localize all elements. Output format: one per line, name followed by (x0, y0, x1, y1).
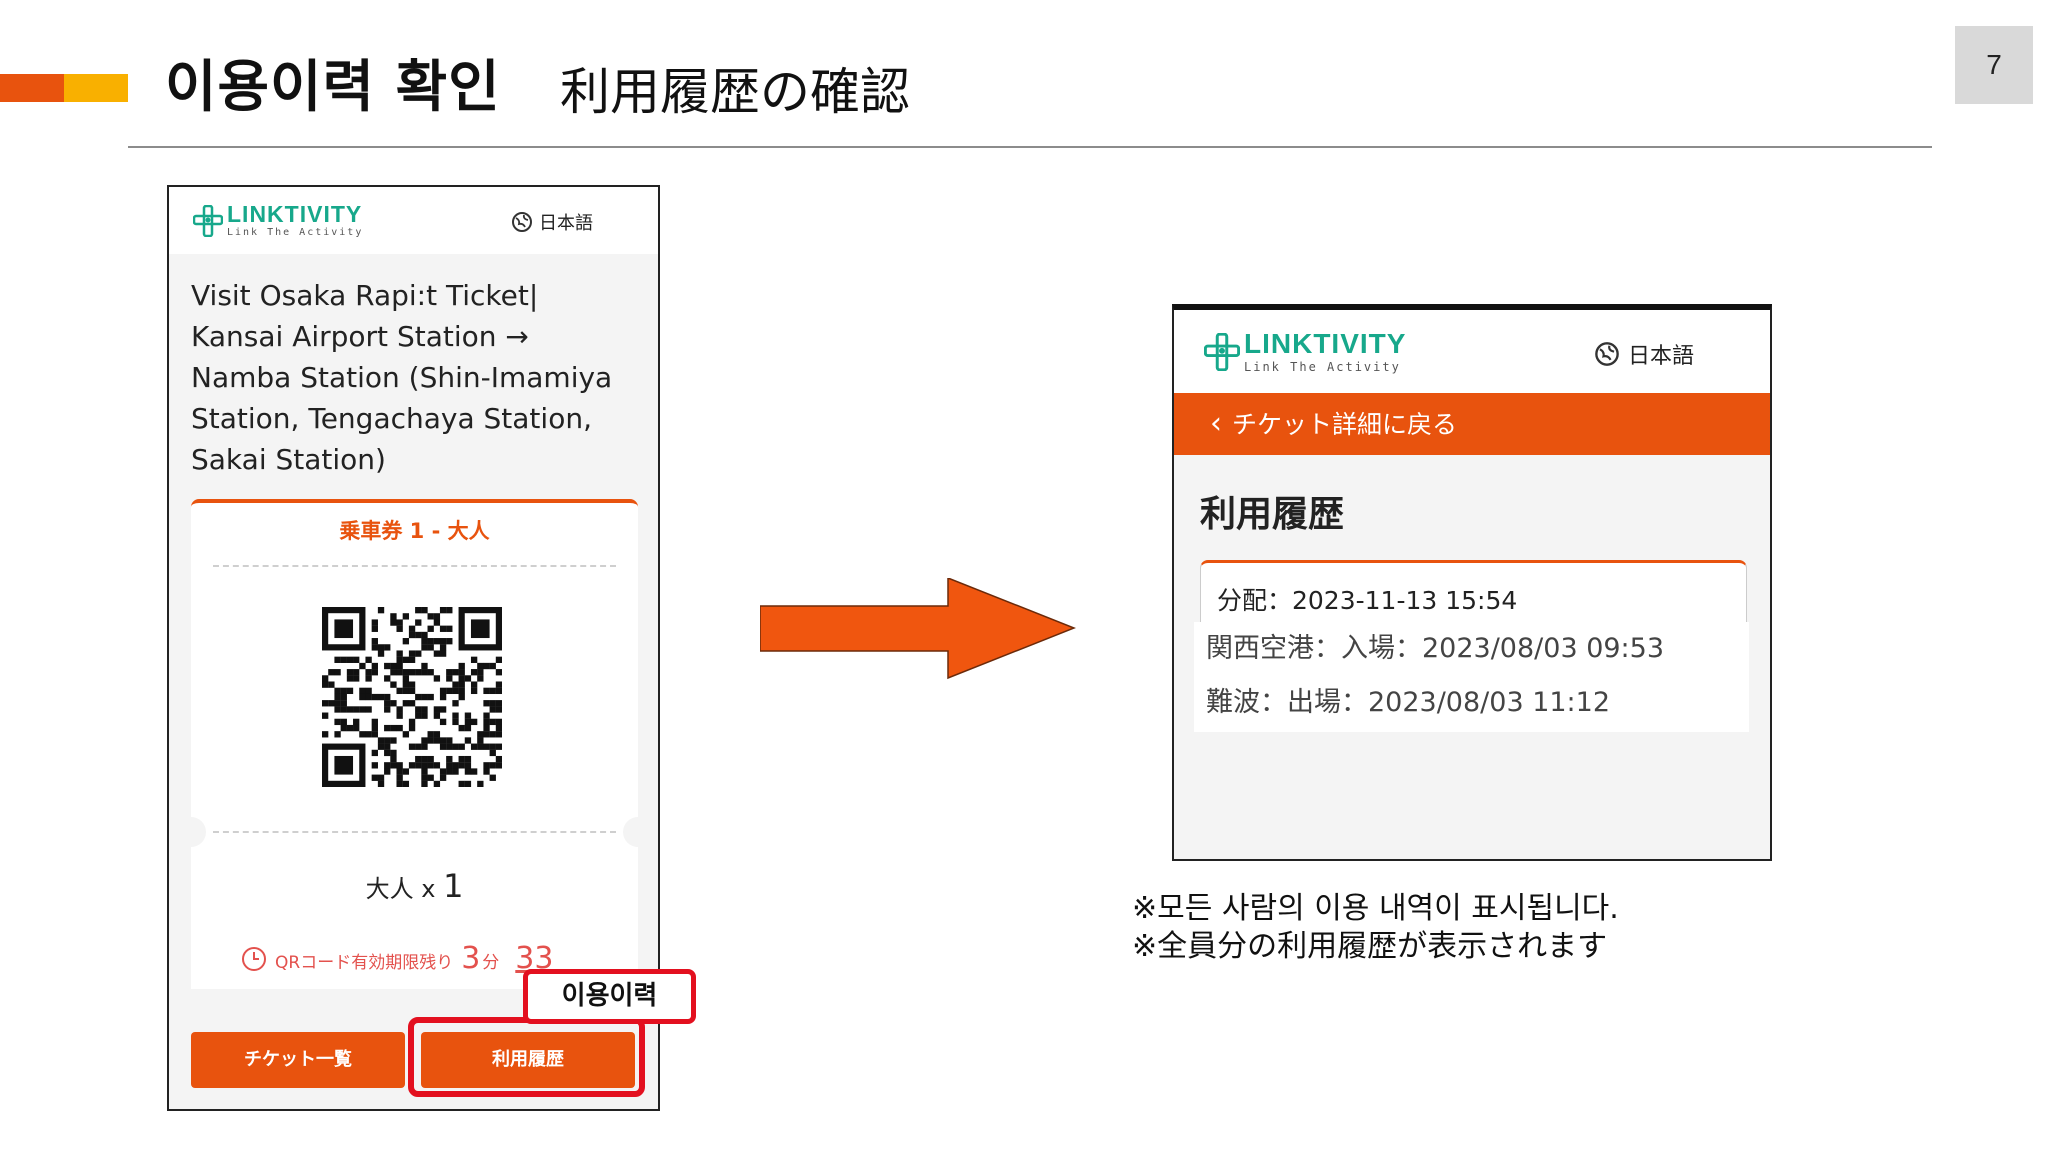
product-title: Visit Osaka Rapi:t Ticket| Kansai Airpor… (191, 279, 613, 476)
history-entry: 難波：出場：2023/08/03 11:12 (1206, 687, 1611, 718)
qr-timer-minutes-unit: 分 (482, 953, 500, 973)
app-header: LINKTIVITY Link The Activity 日本語 (169, 187, 658, 254)
history-entry: 関西空港：入場：2023/08/03 09:53 (1206, 633, 1665, 664)
logo-name: LINKTIVITY (227, 201, 363, 227)
language-label: 日本語 (539, 213, 593, 234)
history-callout-label: 이용이력 (523, 969, 696, 1024)
accent-bar-red (0, 74, 64, 102)
ticket-list-button[interactable]: チケット一覧 (191, 1032, 405, 1088)
chevron-left-icon: ‹ (1210, 406, 1222, 441)
history-heading: 利用履歴 (1200, 494, 1345, 535)
globe-icon (1595, 342, 1619, 366)
ticket-card: 乗車券 1 - 大人 大人 x 1 QRコード有効期限残り 3 分 33 (176, 499, 653, 989)
footnotes: ※모든 사람의 이용 내역이 표시됩니다. ※全員分の利用履歴が表示されます (1132, 890, 1619, 966)
history-card: 分配：2023-11-13 15:54 (1200, 560, 1747, 630)
slide-title-japanese: 利用履歴の確認 (560, 63, 910, 121)
ticket-notch-right (623, 817, 653, 847)
logo-tagline: Link The Activity (227, 227, 364, 238)
note-japanese: ※全員分の利用履歴が表示されます (1132, 929, 1608, 964)
history-entries: 関西空港：入場：2023/08/03 09:53 難波：出場：2023/08/0… (1194, 622, 1749, 732)
qr-timer-minutes: 3 (461, 941, 481, 976)
ticket-type-label: 乗車券 1 - 大人 (339, 519, 490, 543)
language-selector[interactable]: 日本語 (1594, 338, 1694, 370)
quantity-label: 大人 x (365, 875, 436, 903)
ticket-divider-top (213, 565, 616, 567)
qr-code (322, 607, 502, 787)
title-divider (128, 146, 1932, 148)
accent-bar-yellow (64, 74, 128, 102)
history-button-highlight (408, 1017, 645, 1097)
quantity-value: 1 (443, 867, 464, 905)
logo-mark-icon (193, 204, 223, 237)
logo-name: LINKTIVITY (1244, 328, 1407, 359)
clock-icon (242, 946, 266, 971)
back-label: チケット詳細に戻る (1232, 410, 1458, 439)
back-to-ticket-detail-link[interactable]: ‹ チケット詳細に戻る (1174, 393, 1770, 455)
linktivity-logo[interactable]: LINKTIVITY Link The Activity (1204, 330, 1406, 373)
qr-timer: QRコード有効期限残り 3 分 33 (241, 941, 553, 976)
ticket-notch-left (176, 817, 206, 847)
language-label: 日本語 (1628, 344, 1695, 369)
globe-icon (512, 212, 532, 232)
ticket-divider-bottom (213, 831, 616, 833)
linktivity-logo[interactable]: LINKTIVITY Link The Activity (193, 203, 363, 238)
logo-mark-icon (1204, 332, 1240, 371)
qr-timer-label: QRコード有効期限残り (275, 953, 454, 973)
page-number: 7 (1955, 26, 2033, 104)
slide-title-korean: 이용이력 확인 (165, 55, 501, 120)
quantity: 大人 x 1 (191, 867, 638, 905)
allocation-timestamp: 分配：2023-11-13 15:54 (1217, 586, 1518, 615)
logo-tagline: Link The Activity (1244, 360, 1401, 374)
note-korean: ※모든 사람의 이용 내역이 표시됩니다. (1132, 891, 1619, 926)
app-header: LINKTIVITY Link The Activity 日本語 (1174, 310, 1770, 393)
right-arrow-icon (760, 578, 1076, 680)
language-selector[interactable]: 日本語 (511, 209, 593, 235)
usage-history-screen: LINKTIVITY Link The Activity 日本語 ‹ チケット詳細… (1172, 304, 1772, 861)
